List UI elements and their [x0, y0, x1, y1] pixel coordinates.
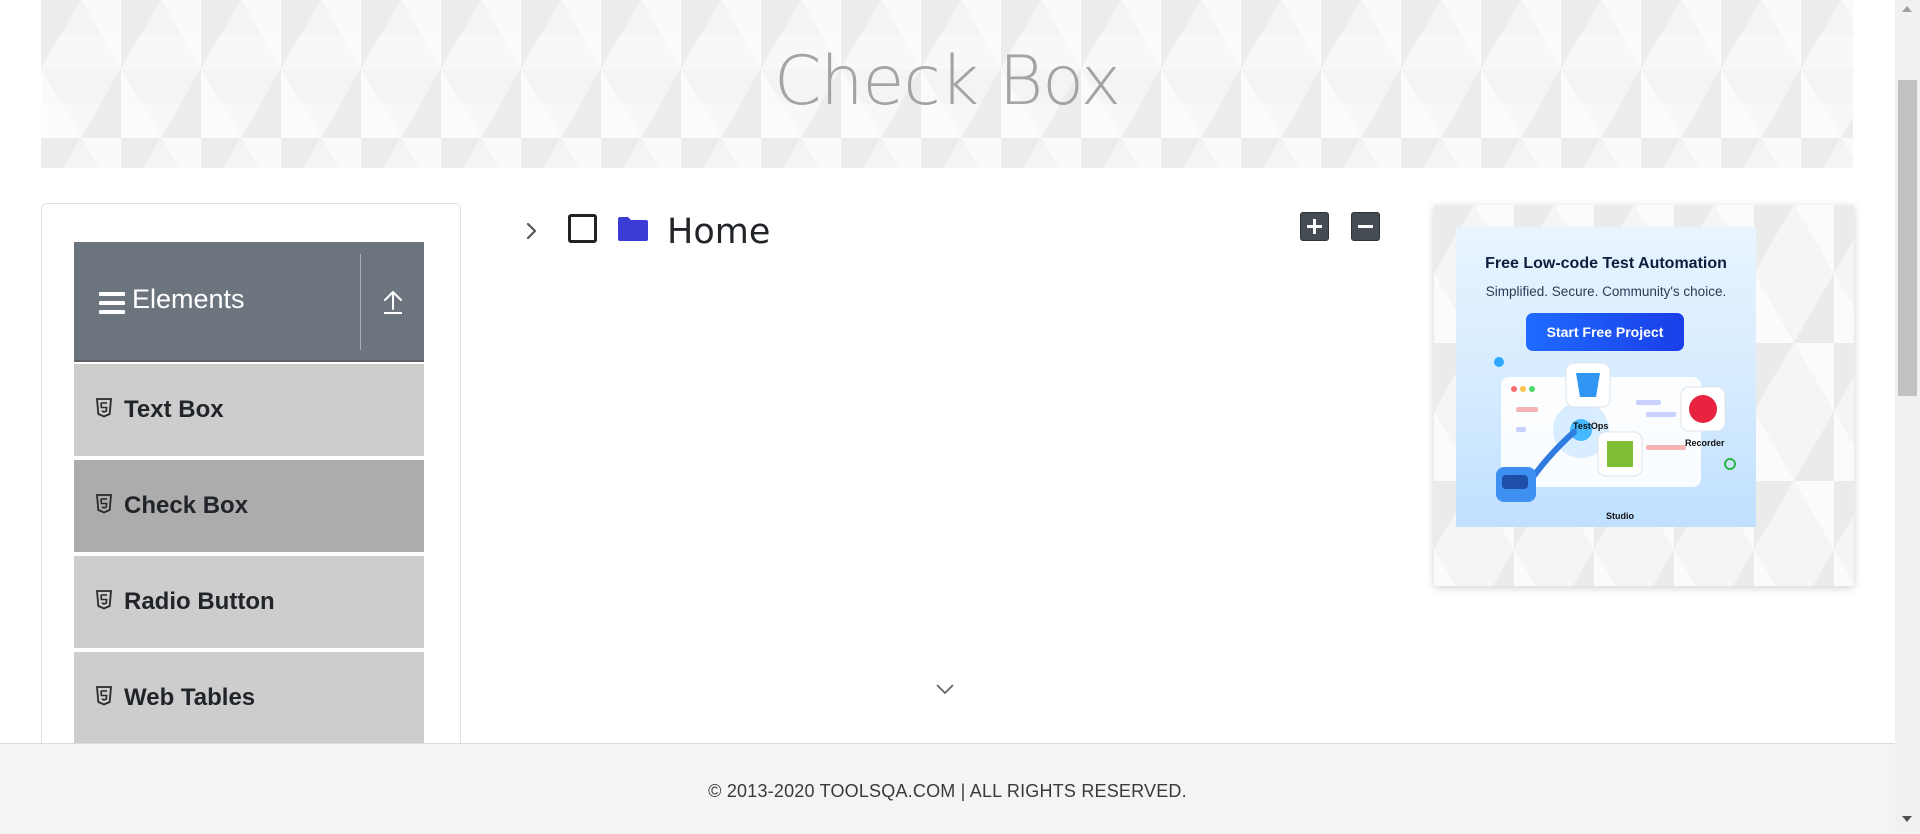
html5-icon [96, 590, 112, 610]
left-sidebar: Elements Text Box Check Box Radio Button [41, 203, 461, 763]
sidebar-item-check-box[interactable]: Check Box [74, 458, 424, 552]
chevron-right-icon[interactable] [520, 216, 544, 246]
ad-product-testops: TestOps [1573, 421, 1609, 431]
group-label: Elements [132, 284, 245, 314]
advertisement[interactable]: Free Low-code Test Automation Simplified… [1456, 227, 1756, 527]
upload-icon [383, 291, 402, 314]
sidebar-item-label: Radio Button [124, 588, 275, 615]
hamburger-icon [99, 292, 125, 314]
html5-icon [96, 398, 112, 418]
collapse-all-button[interactable] [1351, 212, 1380, 241]
tree-node-home: Home [520, 212, 920, 252]
ad-subline: Simplified. Secure. Community's choice. [1485, 284, 1727, 299]
scroll-down-arrow[interactable] [1902, 816, 1912, 822]
advertisement-frame: Free Low-code Test Automation Simplified… [1434, 205, 1854, 586]
copyright-text: © 2013-2020 TOOLSQA.COM | ALL RIGHTS RES… [708, 781, 1187, 801]
html5-icon [96, 686, 112, 706]
sidebar-item-radio-button[interactable]: Radio Button [74, 554, 424, 648]
scroll-up-arrow[interactable] [1902, 6, 1912, 12]
page-banner: Check Box [41, 0, 1853, 168]
sidebar-item-label: Text Box [124, 396, 224, 423]
collapse-group-button[interactable] [361, 242, 424, 362]
ad-product-studio: Studio [1606, 511, 1634, 521]
elements-group-header[interactable]: Elements [74, 242, 424, 362]
sidebar-item-text-box[interactable]: Text Box [74, 362, 424, 456]
scrollbar-thumb[interactable] [1898, 80, 1917, 396]
page-title: Check Box [773, 42, 1121, 121]
folder-icon [618, 217, 648, 241]
ad-cta-button[interactable]: Start Free Project [1526, 313, 1684, 351]
home-checkbox[interactable] [568, 214, 597, 243]
ad-product-recorder: Recorder [1685, 438, 1725, 448]
chevron-down-icon [936, 684, 954, 695]
sidebar-item-label: Check Box [124, 492, 249, 519]
page-footer: © 2013-2020 TOOLSQA.COM | ALL RIGHTS RES… [0, 743, 1895, 834]
ad-headline: Free Low-code Test Automation [1485, 255, 1727, 272]
sidebar-item-web-tables[interactable]: Web Tables [74, 650, 424, 744]
home-label[interactable]: Home [667, 212, 770, 252]
expand-all-button[interactable] [1300, 212, 1329, 241]
sidebar-item-label: Web Tables [124, 684, 256, 711]
html5-icon [96, 494, 112, 514]
